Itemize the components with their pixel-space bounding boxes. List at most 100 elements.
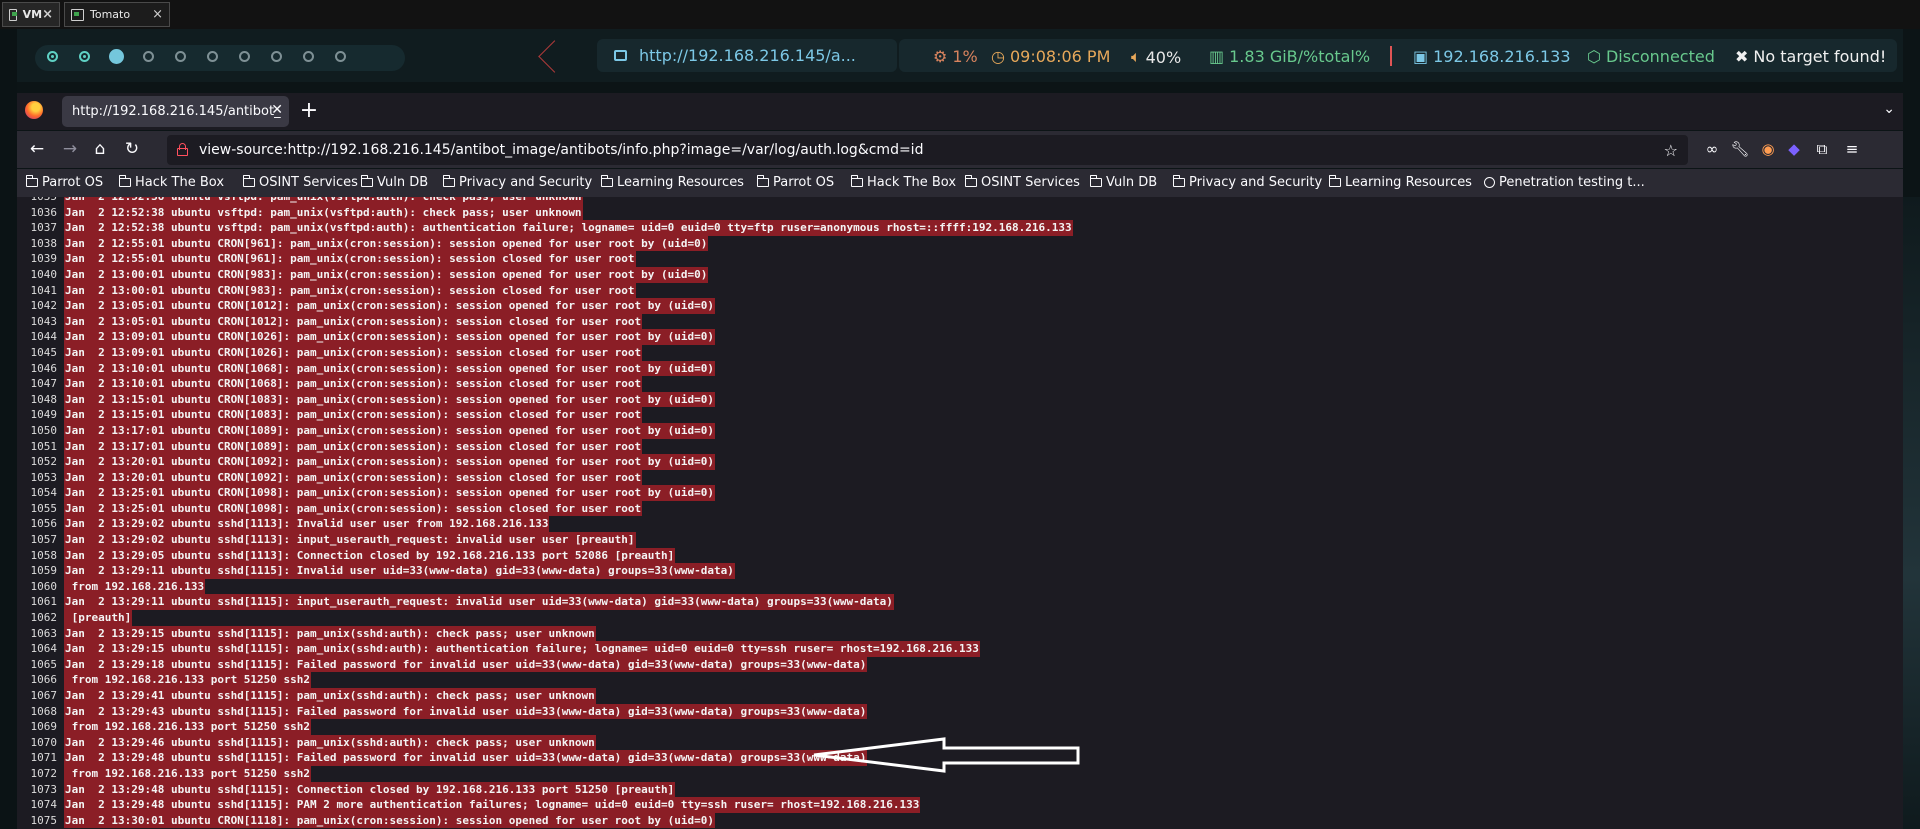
source-line: 1036 Jan 2 12:52:38 ubuntu vsftpd: pam_un…	[17, 204, 1073, 221]
annotation-arrow-icon	[813, 737, 1080, 773]
extensions-puzzle-icon[interactable]: ⧉	[1812, 139, 1832, 159]
bookmark-folder[interactable]: Privacy and Security	[1173, 175, 1322, 190]
reload-button[interactable]: ↻	[122, 139, 142, 159]
bookmark-label: Hack The Box	[135, 175, 225, 190]
forward-button[interactable]: →	[60, 139, 80, 159]
active-window-title[interactable]: http://192.168.216.145/a...	[597, 39, 897, 72]
source-line: 1038 Jan 2 12:55:01 ubuntu CRON[961]: pam…	[17, 235, 1073, 252]
workspace-8[interactable]	[271, 51, 282, 62]
source-line-text: Jan 2 12:52:38 ubuntu vsftpd: pam_unix(v…	[64, 204, 583, 221]
workspace-1[interactable]	[47, 51, 58, 62]
bookmark-folder[interactable]: Hack The Box	[851, 175, 956, 190]
source-line: 1067 Jan 2 13:29:41 ubuntu sshd[1115]: pa…	[17, 688, 1073, 704]
bookmark-folder[interactable]: OSINT Services	[243, 175, 358, 190]
source-line-text: Jan 2 12:52:38 ubuntu vsftpd: pam_unix(v…	[64, 197, 583, 205]
vm-tab-tomato[interactable]: Tomato ×	[64, 2, 170, 27]
line-number: 1044	[30, 330, 58, 344]
workspace-7[interactable]	[239, 51, 250, 62]
bookmark-folder[interactable]: OSINT Services	[965, 175, 1080, 190]
bookmark-label: OSINT Services	[981, 175, 1080, 190]
wrench-icon[interactable]: 🔧︎	[1730, 139, 1750, 159]
list-all-tabs-chevron-icon[interactable]: ⌄	[1883, 101, 1895, 117]
close-tab-icon[interactable]: ✕	[271, 102, 283, 118]
workspace-3[interactable]	[109, 49, 124, 64]
vm-icon	[9, 8, 17, 21]
extension-avatar-icon[interactable]: ◉	[1758, 139, 1778, 159]
line-number: 1073	[30, 782, 58, 796]
menu-hamburger-icon[interactable]: ≡	[1842, 139, 1862, 159]
line-number: 1070	[30, 735, 58, 749]
workspace-10[interactable]	[335, 51, 346, 62]
bookmark-folder[interactable]: Vuln DB	[361, 175, 428, 190]
source-line-text: Jan 2 13:25:01 ubuntu CRON[1098]: pam_un…	[64, 500, 643, 517]
line-number: 1045	[30, 345, 58, 359]
source-line: 1052 Jan 2 13:20:01 ubuntu CRON[1092]: pa…	[17, 454, 1073, 470]
source-line: 1047 Jan 2 13:10:01 ubuntu CRON[1068]: pa…	[17, 376, 1073, 392]
workspace-2[interactable]	[79, 51, 90, 62]
bookmark-folder[interactable]: Learning Resources	[601, 175, 744, 190]
ip-address: ▣ 192.168.216.133	[1413, 47, 1571, 66]
bookmark-label: Learning Resources	[617, 175, 744, 190]
source-line: 1063 Jan 2 13:29:15 ubuntu sshd[1115]: pa…	[17, 625, 1073, 642]
workspace-6[interactable]	[207, 51, 218, 62]
source-line-text: Jan 2 13:29:43 ubuntu sshd[1115]: Failed…	[64, 703, 868, 720]
line-number: 1041	[30, 283, 58, 297]
workspace-5[interactable]	[175, 51, 186, 62]
bookmark-label: Privacy and Security	[1189, 175, 1323, 190]
speaker-icon: 🔈︎	[1131, 47, 1141, 66]
workspace-4[interactable]	[143, 51, 154, 62]
url-input[interactable]: view-source:http://192.168.216.145/antib…	[199, 142, 1664, 158]
source-line-text: Jan 2 12:55:01 ubuntu CRON[961]: pam_uni…	[64, 235, 709, 252]
infinity-extension-icon[interactable]: ∞	[1702, 139, 1722, 159]
home-button[interactable]: ⌂	[90, 139, 110, 159]
source-line-text: Jan 2 13:29:41 ubuntu sshd[1115]: pam_un…	[64, 688, 596, 704]
browser-tab-active[interactable]: http://192.168.216.145/antibot_ ✕	[62, 96, 289, 127]
cpu-icon: ⚙	[933, 47, 948, 66]
folder-icon	[443, 175, 455, 187]
address-bar[interactable]: view-source:http://192.168.216.145/antib…	[167, 135, 1688, 165]
bookmark-folder[interactable]: Learning Resources	[1329, 175, 1472, 190]
line-number: 1065	[30, 657, 58, 671]
source-line: 1065 Jan 2 13:29:18 ubuntu sshd[1115]: Fa…	[17, 656, 1073, 673]
source-line: 1055 Jan 2 13:25:01 ubuntu CRON[1098]: pa…	[17, 500, 1073, 517]
line-number: 1053	[30, 470, 58, 484]
source-line: 1073 Jan 2 13:29:48 ubuntu sshd[1115]: Co…	[17, 781, 1073, 798]
bookmark-folder[interactable]: Parrot OS	[26, 175, 103, 190]
extension-diamond-icon[interactable]: ◆	[1784, 139, 1804, 159]
cpu-usage: ⚙ 1%	[933, 47, 978, 66]
vm-tab-vm[interactable]: VM ×	[2, 2, 60, 27]
bookmark-star-icon[interactable]: ☆	[1664, 141, 1678, 160]
bookmark-folder[interactable]: Vuln DB	[1090, 175, 1157, 190]
source-line: 1069 from 192.168.216.133 port 51250 ssh…	[17, 719, 1073, 735]
source-line: 1049 Jan 2 13:15:01 ubuntu CRON[1083]: pa…	[17, 407, 1073, 423]
folder-icon	[757, 175, 769, 187]
volume[interactable]: 🔈︎ 40%	[1131, 47, 1181, 67]
new-tab-button[interactable]: +	[295, 98, 323, 123]
workspace-9[interactable]	[303, 51, 314, 62]
insecure-lock-icon[interactable]	[177, 143, 189, 156]
globe-icon	[1484, 177, 1495, 188]
folder-icon	[26, 175, 38, 187]
line-number: 1063	[30, 626, 58, 640]
line-number: 1046	[30, 361, 58, 375]
source-line-text: Jan 2 13:29:15 ubuntu sshd[1115]: pam_un…	[64, 641, 980, 657]
line-number: 1060	[30, 579, 58, 593]
bookmark-folder[interactable]: Privacy and Security	[443, 175, 592, 190]
firefox-view-icon[interactable]	[25, 101, 43, 119]
bookmark-link[interactable]: Penetration testing t...	[1484, 175, 1645, 190]
close-icon[interactable]: ×	[42, 7, 53, 22]
source-line-text: from 192.168.216.133 port 51250 ssh2	[64, 719, 312, 735]
back-button[interactable]: ←	[27, 139, 47, 159]
folder-icon	[601, 175, 613, 187]
close-icon[interactable]: ×	[152, 7, 163, 22]
bookmark-folder[interactable]: Parrot OS	[757, 175, 834, 190]
source-line: 1050 Jan 2 13:17:01 ubuntu CRON[1089]: pa…	[17, 422, 1073, 439]
line-number: 1047	[30, 377, 58, 391]
line-number: 1056	[30, 517, 58, 531]
bookmark-folder[interactable]: Hack The Box	[119, 175, 224, 190]
ip-value: 192.168.216.133	[1433, 47, 1571, 66]
line-number: 1075	[30, 813, 58, 827]
source-line-text: Jan 2 13:29:11 ubuntu sshd[1115]: Invali…	[64, 563, 735, 579]
bookmark-label: Privacy and Security	[459, 175, 593, 190]
line-number: 1064	[30, 642, 58, 656]
